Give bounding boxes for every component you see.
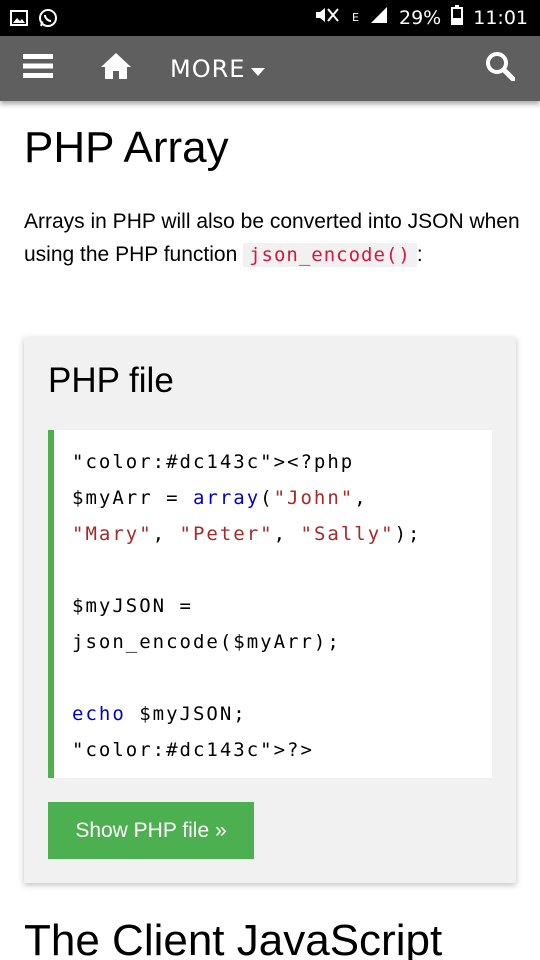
mute-icon <box>314 5 342 30</box>
code-block: "color:#dc143c"><?php $myArr = array("Jo… <box>48 430 492 778</box>
intro-end: : <box>416 243 423 266</box>
caret-down-icon <box>251 55 266 83</box>
more-label: MORE <box>170 54 246 83</box>
gallery-notification-icon <box>10 10 28 31</box>
home-icon <box>100 52 132 85</box>
clock: 11:01 <box>473 6 528 29</box>
battery-icon <box>451 5 464 30</box>
example-card: PHP file "color:#dc143c"><?php $myArr = … <box>24 337 516 883</box>
code-line: $myArr = array("John", <box>72 487 368 509</box>
network-type-icon: E <box>352 11 359 24</box>
status-bar: E 29% 11:01 <box>0 0 540 36</box>
whatsapp-notification-icon <box>38 8 58 33</box>
intro-paragraph: Arrays in PHP will also be converted int… <box>24 205 520 272</box>
hamburger-icon <box>23 53 53 84</box>
menu-button[interactable] <box>14 36 62 101</box>
page-title: PHP Array <box>24 123 229 172</box>
code-line: "color:#dc143c">?> <box>72 739 314 761</box>
search-button[interactable] <box>474 36 526 101</box>
code-text: "color:#dc143c"><?php $myArr = array("Jo… <box>72 444 421 768</box>
code-line: json_encode($myArr); <box>72 631 341 653</box>
code-line: echo $myJSON; <box>72 703 247 725</box>
search-icon <box>485 51 516 86</box>
home-button[interactable] <box>92 36 140 101</box>
signal-icon <box>369 5 389 30</box>
code-line: "color:#dc143c"><?php <box>72 451 355 473</box>
show-php-file-button[interactable]: Show PHP file » <box>48 802 254 859</box>
inline-code: json_encode() <box>243 243 417 267</box>
code-line: "Mary", "Peter", "Sally"); <box>72 523 422 545</box>
code-line: $myJSON = <box>72 595 193 617</box>
battery-percent: 29% <box>399 6 442 29</box>
section-title: The Client JavaScript <box>24 916 443 960</box>
example-heading: PHP file <box>48 361 174 400</box>
more-dropdown[interactable]: MORE <box>170 36 290 101</box>
top-navbar: MORE <box>0 36 540 101</box>
